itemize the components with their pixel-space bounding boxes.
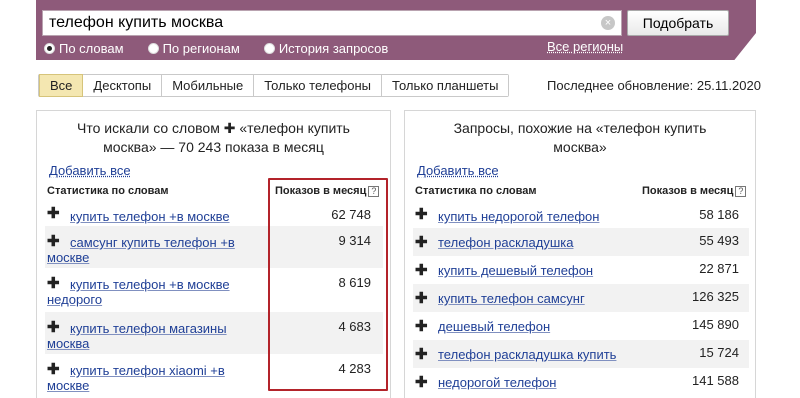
- plus-icon[interactable]: ✚: [415, 373, 428, 391]
- panel-title: Что искали со словом ✚ «телефон купить м…: [77, 120, 350, 155]
- clear-icon[interactable]: ×: [601, 16, 615, 30]
- phrase-link[interactable]: купить телефон самсунг: [438, 291, 585, 306]
- mode-by-words[interactable]: По словам: [44, 41, 124, 56]
- help-icon[interactable]: ?: [735, 186, 747, 197]
- col-words-header: Статистика по словам: [47, 185, 169, 197]
- table-row: ✚ телефон раскладушка купить 15 724: [413, 340, 749, 368]
- similar-table: ✚ купить недорогой телефон 58 186 ✚ теле…: [413, 200, 749, 396]
- table-row: ✚ купить дешевый телефон 22 871: [413, 256, 749, 284]
- table-row: ✚ купить телефон самсунг 126 325: [413, 284, 749, 312]
- plus-icon[interactable]: ✚: [47, 204, 60, 222]
- phrase-link[interactable]: купить телефон +в москве: [70, 209, 230, 224]
- mode-selector: По словам По регионам История запросов: [44, 39, 412, 57]
- plus-icon[interactable]: ✚: [415, 345, 428, 363]
- all-regions-link[interactable]: Все регионы: [547, 39, 623, 54]
- last-update: Последнее обновление: 25.11.2020: [547, 78, 761, 93]
- phrase-link[interactable]: купить недорогой телефон: [438, 209, 599, 224]
- table-row: ✚ недорогой телефон 141 588: [413, 368, 749, 396]
- device-tabs: Все Десктопы Мобильные Только телефоны Т…: [38, 74, 510, 97]
- count-value: 22 871: [699, 261, 739, 276]
- phrase-link[interactable]: телефон раскладушка: [438, 235, 573, 250]
- pick-button[interactable]: Подобрать: [627, 10, 729, 36]
- col-count-label: Показов в месяц: [642, 185, 734, 197]
- phrase-link[interactable]: купить телефон xiaomi +в москве: [47, 363, 267, 393]
- plus-icon[interactable]: ✚: [415, 233, 428, 251]
- phrase-link[interactable]: купить дешевый телефон: [438, 263, 593, 278]
- radio-checked-icon[interactable]: [44, 42, 55, 54]
- plus-icon[interactable]: ✚: [415, 289, 428, 307]
- add-all-link[interactable]: Добавить все: [49, 163, 131, 178]
- tab-mobile[interactable]: Мобильные: [162, 75, 255, 96]
- table-row: ✚ дешевый телефон 145 890: [413, 312, 749, 340]
- plus-icon[interactable]: ✚: [415, 317, 428, 335]
- mode-label: По словам: [59, 40, 124, 56]
- plus-icon[interactable]: ✚: [415, 205, 428, 223]
- col-words-header: Статистика по словам: [415, 185, 537, 197]
- radio-icon[interactable]: [263, 42, 275, 54]
- tab-tablets-only[interactable]: Только планшеты: [382, 75, 509, 96]
- phrase-link[interactable]: купить телефон магазины москва: [47, 321, 267, 351]
- tab-all[interactable]: Все: [39, 74, 84, 97]
- phrase-link[interactable]: дешевый телефон: [438, 319, 550, 334]
- panel-title: Запросы, похожие на «телефон купить моск…: [453, 120, 707, 155]
- search-input[interactable]: телефон купить москва ×: [42, 10, 622, 36]
- mode-label: По регионам: [162, 40, 240, 56]
- similar-panel: Запросы, похожие на «телефон купить моск…: [404, 110, 756, 398]
- highlight-box: [268, 178, 388, 391]
- radio-icon[interactable]: [147, 42, 159, 54]
- count-value: 141 588: [692, 373, 739, 388]
- col-count-header: Показов в месяц?: [642, 185, 747, 197]
- phrase-link[interactable]: телефон раскладушка купить: [438, 347, 616, 362]
- count-value: 58 186: [699, 207, 739, 222]
- tab-phones-only[interactable]: Только телефоны: [254, 75, 383, 96]
- phrase-link[interactable]: купить телефон +в москве недорого: [47, 277, 267, 307]
- tab-desktops[interactable]: Десктопы: [83, 75, 163, 96]
- phrase-link[interactable]: недорогой телефон: [438, 375, 557, 390]
- count-value: 126 325: [692, 289, 739, 304]
- search-query[interactable]: телефон купить москва: [49, 14, 223, 32]
- add-all-link[interactable]: Добавить все: [417, 163, 499, 178]
- count-value: 15 724: [699, 345, 739, 360]
- phrase-link[interactable]: самсунг купить телефон +в москве: [47, 235, 267, 265]
- table-row: ✚ телефон раскладушка 55 493: [413, 228, 749, 256]
- mode-by-regions[interactable]: По регионам: [147, 40, 240, 56]
- plus-icon[interactable]: ✚: [415, 261, 428, 279]
- table-row: ✚ купить недорогой телефон 58 186: [413, 200, 749, 228]
- mode-history[interactable]: История запросов: [263, 40, 389, 56]
- count-value: 145 890: [692, 317, 739, 332]
- count-value: 55 493: [699, 233, 739, 248]
- mode-label: История запросов: [278, 40, 389, 56]
